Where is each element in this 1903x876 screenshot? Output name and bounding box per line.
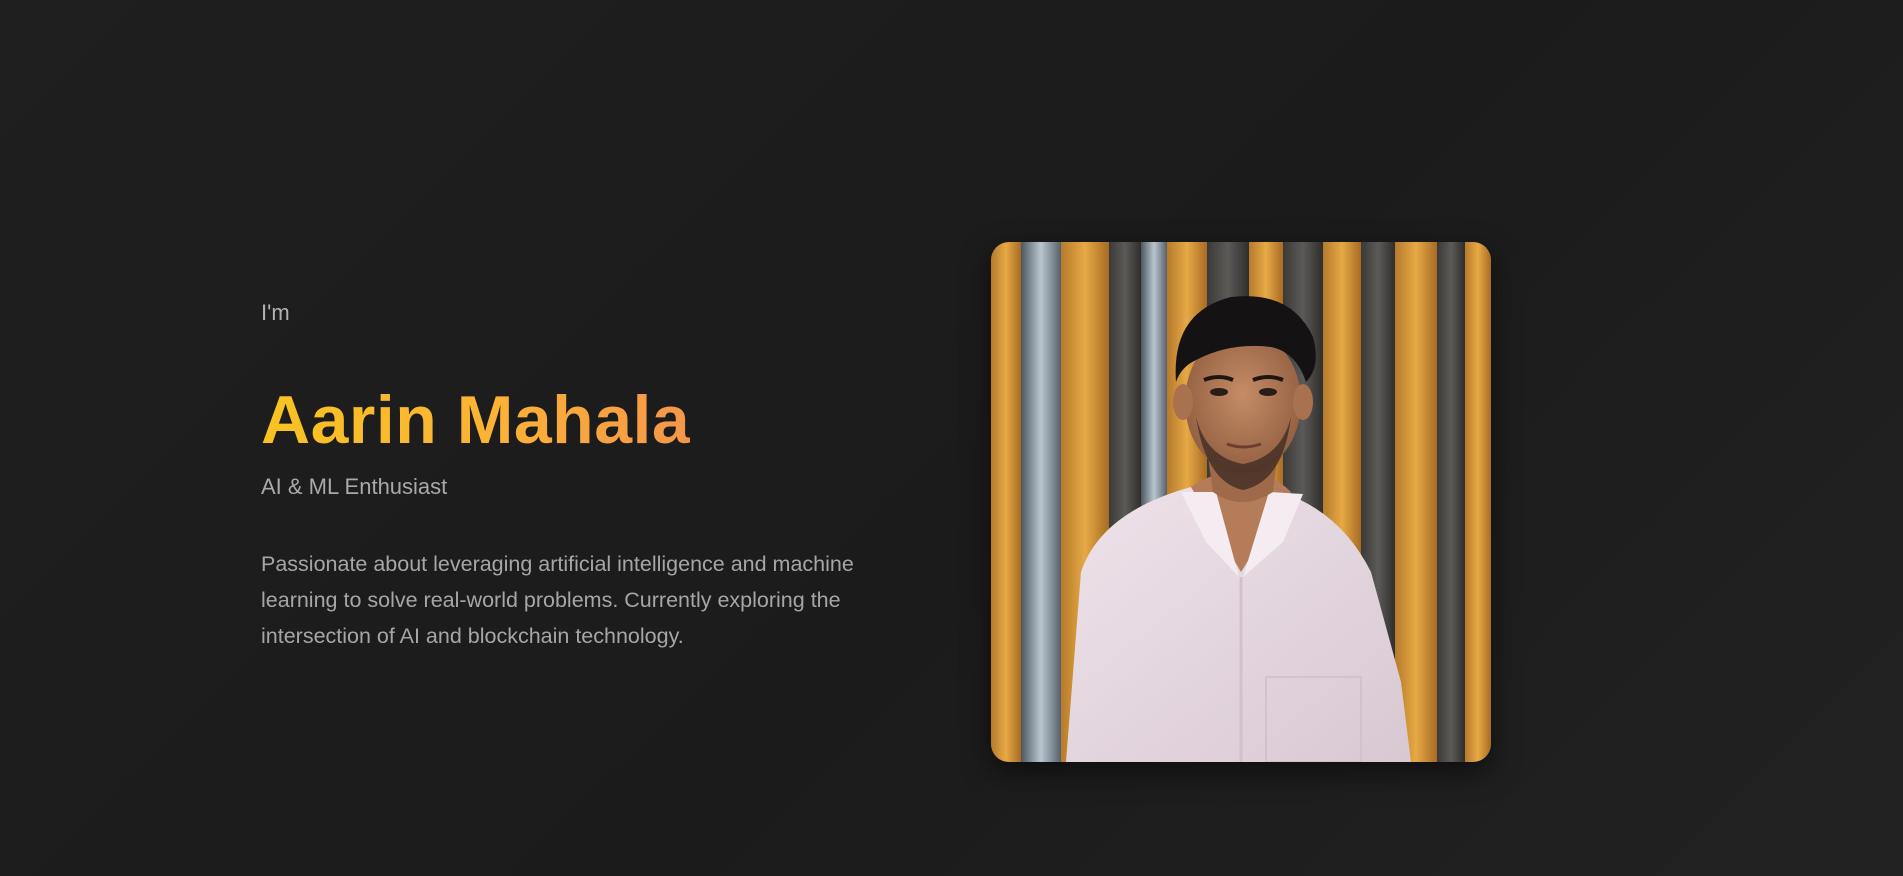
profile-photo-image [991, 242, 1491, 762]
profile-photo [991, 242, 1491, 762]
hero-name: Aarin Mahala [261, 378, 690, 462]
hero-section: I'm Aarin Mahala AI & ML Enthusiast Pass… [0, 0, 1903, 876]
intro-label: I'm [261, 300, 290, 325]
hero-role: AI & ML Enthusiast [261, 474, 448, 499]
hero-bio: Passionate about leveraging artificial i… [261, 552, 854, 648]
hero-intro: I'm Aarin Mahala AI & ML Enthusiast Pass… [261, 296, 961, 654]
